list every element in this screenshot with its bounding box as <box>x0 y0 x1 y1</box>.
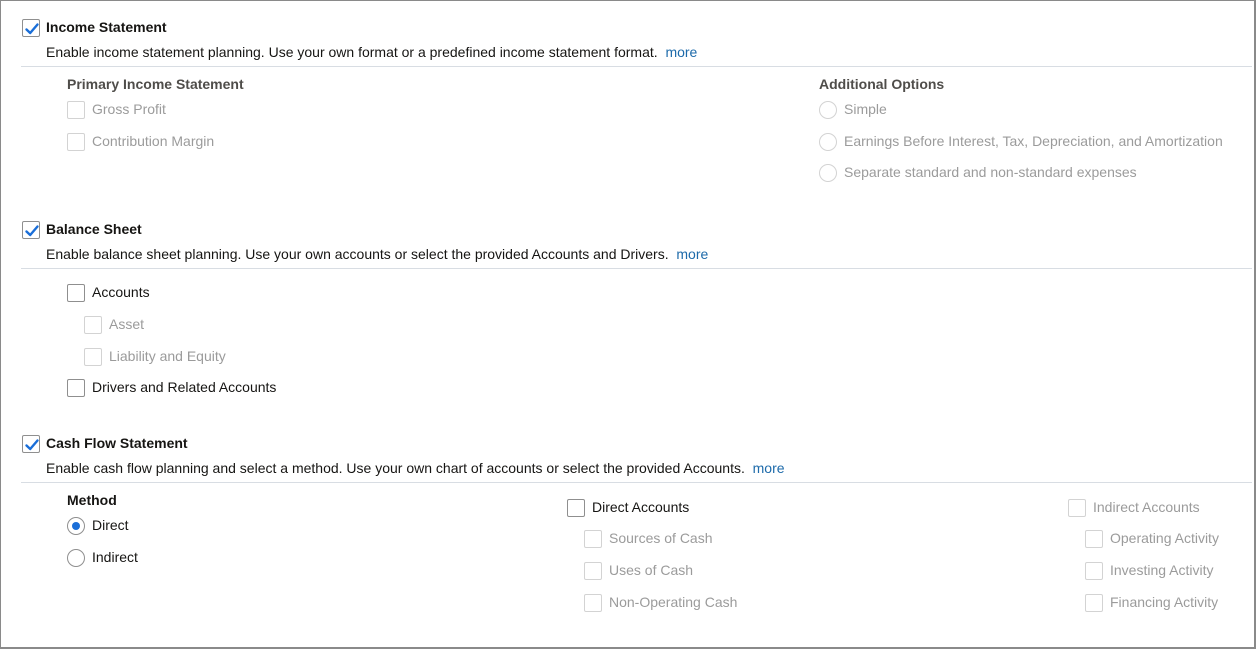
cash-flow-description-text: Enable cash flow planning and select a m… <box>46 460 745 476</box>
income-statement-more-link[interactable]: more <box>665 44 697 60</box>
indirect-accounts-label: Indirect Accounts <box>1093 499 1200 515</box>
direct-accounts-label: Direct Accounts <box>592 499 690 515</box>
radio-selected-dot <box>72 522 80 530</box>
separate-expenses-radio[interactable] <box>819 164 837 182</box>
direct-method-label: Direct <box>92 517 129 533</box>
cash-flow-more-link[interactable]: more <box>753 460 785 476</box>
income-statement-title: Income Statement <box>46 19 167 35</box>
income-statement-description: Enable income statement planning. Use yo… <box>46 44 697 60</box>
checkmark-icon <box>25 225 39 237</box>
asset-label: Asset <box>109 316 145 332</box>
cash-flow-checkbox[interactable] <box>22 435 40 453</box>
liability-equity-label: Liability and Equity <box>109 348 226 364</box>
feature-configuration-panel: Income Statement Enable income statement… <box>0 0 1256 649</box>
simple-label: Simple <box>844 101 887 117</box>
drivers-label: Drivers and Related Accounts <box>92 379 277 395</box>
income-statement-checkbox[interactable] <box>22 19 40 37</box>
separate-expenses-label: Separate standard and non-standard expen… <box>844 164 1137 180</box>
additional-options-heading: Additional Options <box>819 76 945 92</box>
uses-of-cash-checkbox[interactable] <box>584 562 602 580</box>
operating-activity-checkbox[interactable] <box>1085 530 1103 548</box>
non-operating-cash-label: Non-Operating Cash <box>609 594 738 610</box>
direct-method-radio[interactable] <box>67 517 85 535</box>
income-statement-divider <box>21 66 1252 67</box>
liability-equity-checkbox[interactable] <box>84 348 102 366</box>
checkmark-icon <box>25 439 39 451</box>
ebitda-label: Earnings Before Interest, Tax, Depreciat… <box>844 133 1223 149</box>
balance-sheet-checkbox[interactable] <box>22 221 40 239</box>
uses-of-cash-label: Uses of Cash <box>609 562 694 578</box>
simple-radio[interactable] <box>819 101 837 119</box>
direct-accounts-checkbox[interactable] <box>567 499 585 517</box>
gross-profit-checkbox[interactable] <box>67 101 85 119</box>
checkmark-icon <box>25 23 39 35</box>
non-operating-cash-checkbox[interactable] <box>584 594 602 612</box>
investing-activity-checkbox[interactable] <box>1085 562 1103 580</box>
gross-profit-label: Gross Profit <box>92 101 166 117</box>
drivers-checkbox[interactable] <box>67 379 85 397</box>
income-statement-description-text: Enable income statement planning. Use yo… <box>46 44 658 60</box>
asset-checkbox[interactable] <box>84 316 102 334</box>
balance-sheet-description: Enable balance sheet planning. Use your … <box>46 246 708 262</box>
financing-activity-checkbox[interactable] <box>1085 594 1103 612</box>
balance-sheet-more-link[interactable]: more <box>676 246 708 262</box>
primary-income-statement-heading: Primary Income Statement <box>67 76 244 92</box>
cash-flow-description: Enable cash flow planning and select a m… <box>46 460 785 476</box>
indirect-method-radio[interactable] <box>67 549 85 567</box>
accounts-label: Accounts <box>92 284 150 300</box>
balance-sheet-description-text: Enable balance sheet planning. Use your … <box>46 246 669 262</box>
sources-of-cash-checkbox[interactable] <box>584 530 602 548</box>
indirect-accounts-checkbox[interactable] <box>1068 499 1086 517</box>
cash-flow-divider <box>21 482 1252 483</box>
method-heading: Method <box>67 492 117 508</box>
balance-sheet-divider <box>21 268 1252 269</box>
contribution-margin-label: Contribution Margin <box>92 133 215 149</box>
cash-flow-title: Cash Flow Statement <box>46 435 188 451</box>
sources-of-cash-label: Sources of Cash <box>609 530 713 546</box>
ebitda-radio[interactable] <box>819 133 837 151</box>
investing-activity-label: Investing Activity <box>1110 562 1214 578</box>
balance-sheet-title: Balance Sheet <box>46 221 142 237</box>
operating-activity-label: Operating Activity <box>1110 530 1219 546</box>
financing-activity-label: Financing Activity <box>1110 594 1219 610</box>
accounts-checkbox[interactable] <box>67 284 85 302</box>
indirect-method-label: Indirect <box>92 549 138 565</box>
contribution-margin-checkbox[interactable] <box>67 133 85 151</box>
